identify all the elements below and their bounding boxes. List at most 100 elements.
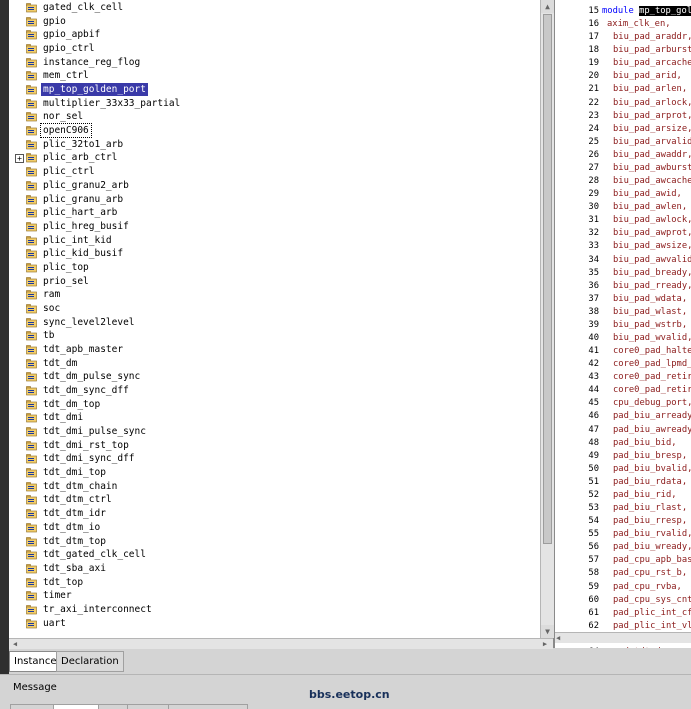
- expand-plus-icon[interactable]: +: [15, 154, 24, 164]
- code-text: pad_biu_rid,: [613, 489, 677, 502]
- tree-vertical-scrollbar[interactable]: ▲ ▼: [540, 0, 554, 638]
- module-tree-panel: gated_clk_cell gpio gpio_apbif gpio_ctrl ins…: [9, 0, 554, 649]
- scroll-up-icon[interactable]: ▲: [541, 0, 554, 13]
- tree-item[interactable]: plic_hart_arb: [9, 206, 529, 219]
- module-icon: [26, 125, 37, 136]
- tree-item[interactable]: tdt_top: [9, 576, 529, 589]
- tree-item[interactable]: openC906: [9, 123, 529, 139]
- tree-item[interactable]: gated_clk_cell: [9, 1, 529, 14]
- tree-item[interactable]: tdt_dm_pulse_sync: [9, 370, 529, 383]
- tree-item[interactable]: tdt_dtm_ctrl: [9, 493, 529, 506]
- tree-item[interactable]: plic_ctrl: [9, 165, 529, 178]
- line-number: 15: [588, 6, 599, 16]
- tree-item-label: tdt_gated_clk_cell: [43, 549, 146, 561]
- tree-item[interactable]: plic_kid_busif: [9, 247, 529, 260]
- code-text: biu_pad_arburst: [613, 44, 691, 57]
- tree-item-label: tr_axi_interconnect: [43, 603, 152, 615]
- tree-item-label: uart: [43, 617, 66, 629]
- signal-name: biu_pad_arlen,: [613, 84, 688, 95]
- tree-item[interactable]: soc: [9, 302, 529, 315]
- tree-item[interactable]: plic_granu2_arb: [9, 179, 529, 192]
- module-icon: [26, 2, 37, 13]
- source-code-panel[interactable]: 15module mp_top_gold16axim_clk_en,17biu_…: [554, 0, 691, 648]
- tree-item[interactable]: tdt_dm: [9, 357, 529, 370]
- tree-item[interactable]: tdt_dtm_chain: [9, 480, 529, 493]
- module-icon: [26, 180, 37, 191]
- tree-item[interactable]: mp_top_golden_port: [9, 83, 529, 97]
- tree-item[interactable]: uart: [9, 617, 529, 630]
- tree-item[interactable]: tdt_dtm_io: [9, 521, 529, 534]
- tree-item[interactable]: tdt_apb_master: [9, 343, 529, 356]
- line-number: 17: [588, 32, 599, 43]
- tree-item[interactable]: plic_32to1_arb: [9, 138, 529, 151]
- tree-item[interactable]: tr_axi_interconnect: [9, 603, 529, 616]
- tab-instance[interactable]: Instance: [9, 651, 62, 672]
- tree-item-label: nor_sel: [43, 111, 84, 123]
- tree-item[interactable]: plic_top: [9, 261, 529, 274]
- tree-item[interactable]: tdt_dtm_top: [9, 535, 529, 548]
- tree-item[interactable]: gpio: [9, 15, 529, 28]
- scroll-left-icon[interactable]: ◀: [556, 633, 560, 643]
- tree-item-label: plic_hart_arb: [43, 207, 118, 219]
- scroll-left-icon[interactable]: ◀: [9, 639, 21, 649]
- tree-item[interactable]: plic_hreg_busif: [9, 220, 529, 233]
- tree-item[interactable]: tdt_dm_sync_dff: [9, 384, 529, 397]
- code-text: pad_biu_awready: [613, 424, 691, 437]
- tree-item[interactable]: tdt_sba_axi: [9, 562, 529, 575]
- module-icon: [26, 330, 37, 341]
- tree-item[interactable]: tb: [9, 329, 529, 342]
- tree-item-label: tdt_sba_axi: [43, 562, 106, 574]
- keyword: module: [602, 6, 634, 16]
- signal-name: pad_biu_awready: [613, 424, 691, 435]
- tab-declaration[interactable]: Declaration: [56, 651, 124, 672]
- code-text: pad_biu_bvalid,: [613, 463, 691, 476]
- tree-item[interactable]: gpio_apbif: [9, 28, 529, 41]
- line-number: 33: [588, 241, 599, 252]
- signal-name: pad_biu_bvalid,: [613, 463, 691, 474]
- line-number: 51: [588, 476, 599, 487]
- tree-item[interactable]: sync_level2level: [9, 316, 529, 329]
- signal-name: pad_cpu_rst_b,: [613, 568, 688, 579]
- module-icon: [26, 412, 37, 423]
- tree-item[interactable]: tdt_dm_top: [9, 398, 529, 411]
- tree-item[interactable]: tdt_dmi_top: [9, 466, 529, 479]
- code-horizontal-scrollbar[interactable]: ◀: [555, 632, 691, 643]
- tree-item[interactable]: tdt_gated_clk_cell: [9, 548, 529, 561]
- tree-item[interactable]: tdt_dmi_pulse_sync: [9, 425, 529, 438]
- line-number: 59: [588, 581, 599, 592]
- signal-name: pad_biu_arready: [613, 411, 691, 422]
- line-number: 36: [588, 280, 599, 291]
- tree-item[interactable]: instance_reg_flog: [9, 56, 529, 69]
- tree-item[interactable]: plic_granu_arb: [9, 193, 529, 206]
- watermark-text: bbs.eetop.cn: [309, 688, 390, 701]
- line-number: 52: [588, 489, 599, 500]
- module-icon: [26, 139, 37, 150]
- tree-item[interactable]: nor_sel: [9, 110, 529, 123]
- code-text: biu_pad_awcache: [613, 175, 691, 188]
- tree-item[interactable]: prio_sel: [9, 275, 529, 288]
- tree-item-label: plic_top: [43, 261, 89, 273]
- tree-item[interactable]: + plic_arb_ctrl: [9, 151, 529, 164]
- tree-item[interactable]: tdt_dmi: [9, 411, 529, 424]
- tree-item-label: plic_granu_arb: [43, 193, 124, 205]
- line-number: 31: [588, 215, 599, 226]
- tree-item-label: tdt_top: [43, 576, 84, 588]
- tree-item[interactable]: mem_ctrl: [9, 69, 529, 82]
- tree-item-label: plic_hreg_busif: [43, 220, 129, 232]
- tree-item[interactable]: tdt_dtm_idr: [9, 507, 529, 520]
- scrollbar-thumb[interactable]: [543, 14, 552, 544]
- line-number: 23: [588, 110, 599, 121]
- code-text: biu_pad_arsize,: [613, 123, 691, 136]
- code-text: biu_pad_awsize,: [613, 240, 691, 253]
- tree-item[interactable]: multiplier_33x33_partial: [9, 97, 529, 110]
- tree-item[interactable]: timer: [9, 589, 529, 602]
- tree-item[interactable]: tdt_dmi_sync_dff: [9, 452, 529, 465]
- tree-item[interactable]: tdt_dmi_rst_top: [9, 439, 529, 452]
- tree-horizontal-scrollbar[interactable]: ◀ ▶: [9, 638, 553, 649]
- tree-item[interactable]: gpio_ctrl: [9, 42, 529, 55]
- tree-item[interactable]: plic_int_kid: [9, 234, 529, 247]
- code-text: biu_pad_awprot,: [613, 227, 691, 240]
- scroll-down-icon[interactable]: ▼: [541, 625, 554, 638]
- scroll-right-icon[interactable]: ▶: [539, 639, 551, 649]
- tree-item[interactable]: ram: [9, 288, 529, 301]
